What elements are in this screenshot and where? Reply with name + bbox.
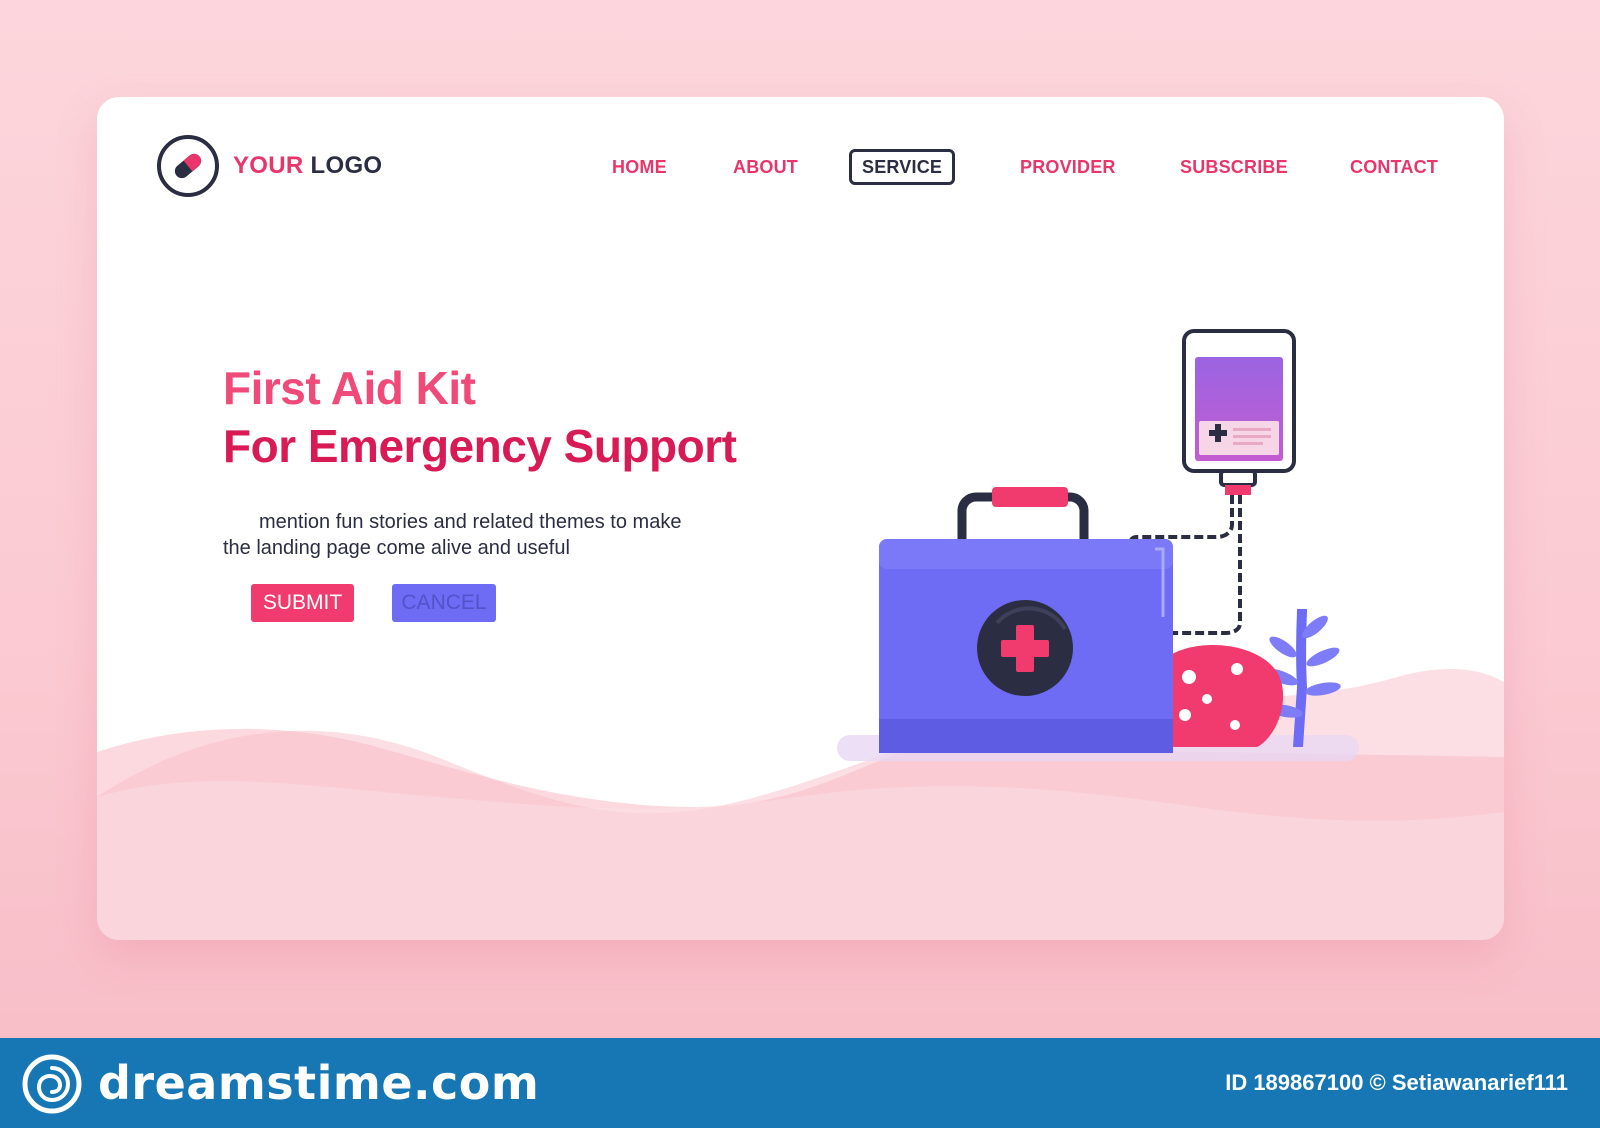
cancel-button[interactable]: CANCEL xyxy=(392,584,496,622)
stock-image-id: ID 189867100 © Setiawanarief111 xyxy=(1225,1070,1568,1095)
nav-item-contact[interactable]: CONTACT xyxy=(1350,149,1438,185)
first-aid-illustration xyxy=(837,329,1359,761)
plant-leaf-icon xyxy=(1157,609,1341,747)
iv-bag-icon xyxy=(1182,329,1296,495)
nav-item-subscribe[interactable]: SUBSCRIBE xyxy=(1180,149,1288,185)
nav-item-provider[interactable]: PROVIDER xyxy=(1020,149,1116,185)
nav-item-service[interactable]: SERVICE xyxy=(849,149,956,185)
landing-page-card: YOUR LOGO HOME ABOUT SERVICE PROVIDER SU… xyxy=(97,97,1504,940)
main-nav: HOME ABOUT SERVICE PROVIDER SUBSCRIBE CO… xyxy=(97,149,1504,185)
hero-description-line2: the landing page come alive and useful xyxy=(223,537,570,559)
hero-title: First Aid Kit For Emergency Support xyxy=(223,359,737,475)
dreamstime-brand: dreamstime.com xyxy=(98,1056,540,1110)
nav-item-about[interactable]: ABOUT xyxy=(733,149,798,185)
hero-title-line1: First Aid Kit xyxy=(223,362,476,414)
hero-description-line1: mention fun stories and related themes t… xyxy=(259,511,682,533)
first-aid-kit-icon xyxy=(879,487,1173,753)
dreamstime-swirl-icon xyxy=(22,1054,82,1119)
submit-button[interactable]: SUBMIT xyxy=(251,584,354,622)
hero-description: mention fun stories and related themes t… xyxy=(223,509,743,561)
watermark-footer: dreamstime.com ID 189867100 © Setiawanar… xyxy=(0,1038,1600,1128)
hero-title-line2: For Emergency Support xyxy=(223,420,737,472)
nav-item-home[interactable]: HOME xyxy=(612,149,667,185)
